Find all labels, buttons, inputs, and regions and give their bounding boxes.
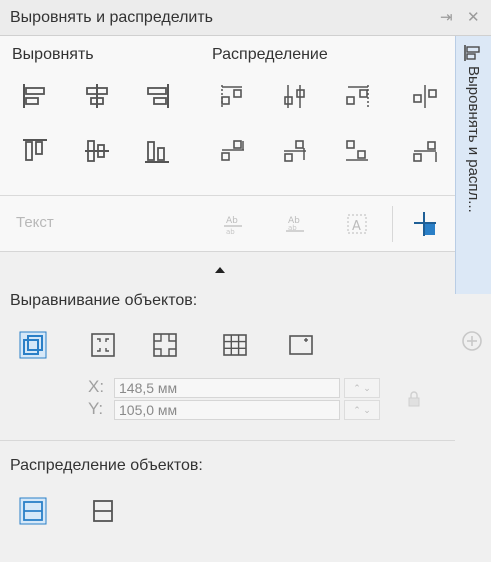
distribute-spacing-horizontal-icon[interactable] [342,81,372,111]
distribute-center-vertical-icon[interactable] [280,136,310,166]
align-panel-tab-icon [463,44,483,62]
page-center-icon[interactable] [150,330,180,360]
align-heading: Выровнять [12,46,94,63]
distribute-selection-extent-icon[interactable] [18,496,48,526]
distribute-top-icon[interactable] [218,136,248,166]
align-bottom-icon[interactable] [142,136,172,166]
y-spinner[interactable]: ⌃ ⌄ [344,400,380,420]
align-top-icon[interactable] [20,136,50,166]
align-to-origin-icon[interactable] [410,209,440,239]
add-docker-icon[interactable] [461,330,483,352]
svg-text:ab: ab [226,228,235,236]
toolbar-divider [392,206,393,242]
active-objects-icon[interactable] [18,330,48,360]
specified-point-icon[interactable] [286,330,316,360]
distribute-center-horizontal-icon[interactable] [280,81,310,111]
panel-titlebar: Выровнять и распределить ⇥ ✕ [0,0,491,36]
pin-panel-button[interactable]: ⇥ [440,8,453,26]
distribute-bottom-icon[interactable] [410,136,440,166]
text-alignment-section: Текст Ab ab Ab ab A [0,196,455,252]
close-panel-button[interactable]: ✕ [467,8,480,26]
svg-text:ab: ab [288,224,297,232]
grid-icon[interactable] [220,330,250,360]
align-left-icon[interactable] [20,81,50,111]
distribute-right-icon[interactable] [410,81,440,111]
x-label: X: [88,377,105,396]
svg-text:Ab: Ab [226,216,238,226]
distribute-spacing-vertical-icon[interactable] [342,136,372,166]
distribute-left-icon[interactable] [218,81,248,111]
align-distribute-section: Выровнять Распределение [0,36,455,196]
objects-section: Выравнивание объектов: X: 148,5 мм ⌃ ⌄ Y… [0,252,455,562]
alignment-objects-heading: Выравнивание объектов: [10,292,198,309]
x-spinner[interactable]: ⌃ ⌄ [344,378,380,398]
align-right-icon[interactable] [142,81,172,111]
collapse-arrow-icon[interactable] [212,264,228,276]
align-distribute-panel: Выровнять и распределить ⇥ ✕ Выровнять Р… [0,0,491,562]
distribute-spacing-icon[interactable] [88,496,118,526]
side-tab-label: Выровнять и распл... [465,66,482,213]
text-label: Текст [16,214,54,231]
section-divider [0,440,455,441]
y-label: Y: [88,399,104,418]
x-coordinate-field[interactable]: 148,5 мм [114,378,340,398]
panel-title: Выровнять и распределить [10,9,214,26]
align-center-vertical-icon[interactable] [82,136,112,166]
lock-ratio-icon[interactable] [405,390,423,408]
align-center-horizontal-icon[interactable] [82,81,112,111]
text-bounding-box-icon[interactable]: A [342,209,372,239]
docker-side-tab[interactable]: Выровнять и распл... [455,36,491,294]
page-edge-icon[interactable] [88,330,118,360]
text-baseline-last-icon[interactable]: Ab ab [280,209,310,239]
y-coordinate-field[interactable]: 105,0 мм [114,400,340,420]
distribute-heading: Распределение [212,46,328,63]
text-baseline-first-icon[interactable]: Ab ab [218,209,248,239]
svg-text:A: A [352,219,361,234]
distribution-objects-heading: Распределение объектов: [10,457,203,474]
